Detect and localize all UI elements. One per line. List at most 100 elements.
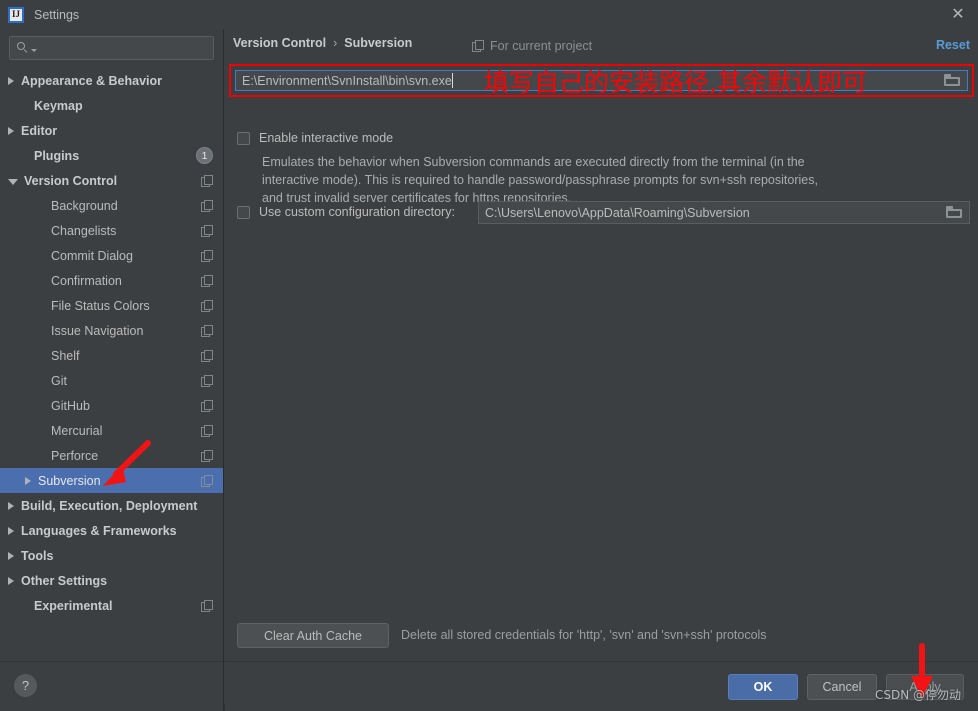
svn-path-annotation-box: E:\Environment\SvnInstall\bin\svn.exe 填写… [229,64,974,97]
project-scope-icon [472,40,484,52]
copy-settings-icon[interactable] [201,374,213,387]
sidebar-item-git[interactable]: Git [0,368,223,393]
sidebar-item-label: Experimental [34,598,113,613]
scope-indicator: For current project [472,39,592,53]
search-wrapper [0,29,223,60]
sidebar-item-subversion[interactable]: Subversion [0,468,223,493]
copy-settings-icon[interactable] [201,449,213,462]
breadcrumb-root[interactable]: Version Control [233,36,326,50]
sidebar-item-github[interactable]: GitHub [0,393,223,418]
sidebar-item-commit-dialog[interactable]: Commit Dialog [0,243,223,268]
sidebar-item-label: File Status Colors [51,298,150,313]
reset-link[interactable]: Reset [936,38,970,52]
search-box[interactable] [9,36,214,60]
chevron-down-icon[interactable] [8,178,18,185]
sidebar-item-label: Mercurial [51,423,103,438]
help-bar: ? [0,661,224,711]
copy-settings-icon[interactable] [201,324,213,337]
sidebar-item-keymap[interactable]: Keymap [0,93,223,118]
ok-button[interactable]: OK [728,674,798,700]
copy-settings-icon[interactable] [201,199,213,212]
sidebar-item-label: Git [51,373,67,388]
enable-interactive-mode-row[interactable]: Enable interactive mode [237,131,393,145]
sidebar-item-version-control[interactable]: Version Control [0,168,223,193]
sidebar-item-tools[interactable]: Tools [0,543,223,568]
breadcrumb: Version Control › Subversion [233,36,412,50]
sidebar-item-other-settings[interactable]: Other Settings [0,568,223,593]
chevron-right-icon[interactable] [8,126,14,135]
sidebar-item-background[interactable]: Background [0,193,223,218]
sidebar-item-label: Plugins [34,148,80,163]
sidebar-item-plugins[interactable]: Plugins 1 [0,143,223,168]
enable-interactive-mode-checkbox[interactable] [237,132,250,145]
sidebar-item-label: Perforce [51,448,99,463]
custom-config-dir-value: C:\Users\Lenovo\AppData\Roaming\Subversi… [485,205,750,220]
chevron-right-icon[interactable] [8,501,14,510]
copy-settings-icon[interactable] [201,249,213,262]
settings-sidebar: Appearance & Behavior Keymap Editor Plugins… [0,29,224,661]
sidebar-item-label: Subversion [38,473,101,488]
cancel-button[interactable]: Cancel [807,674,877,700]
sidebar-item-label: Background [51,198,118,213]
copy-settings-icon[interactable] [201,274,213,287]
chevron-right-icon[interactable] [8,551,14,560]
sidebar-item-label: GitHub [51,398,90,413]
sidebar-item-shelf[interactable]: Shelf [0,343,223,368]
plugins-update-badge: 1 [196,147,213,164]
sidebar-item-editor[interactable]: Editor [0,118,223,143]
folder-icon[interactable] [946,206,963,219]
sidebar-item-build-execution-deployment[interactable]: Build, Execution, Deployment [0,493,223,518]
sidebar-item-appearance-behavior[interactable]: Appearance & Behavior [0,68,223,93]
csdn-watermark: CSDN @停勿动 [875,688,962,702]
sidebar-item-label: Build, Execution, Deployment [21,498,198,513]
sidebar-item-label: Changelists [51,223,117,238]
use-custom-config-dir-row[interactable]: Use custom configuration directory: [237,205,455,219]
sidebar-item-label: Keymap [34,98,83,113]
title-bar: IJ Settings ✕ [0,0,978,29]
sidebar-item-perforce[interactable]: Perforce [0,443,223,468]
search-input[interactable] [37,40,207,56]
sidebar-item-experimental[interactable]: Experimental [0,593,223,618]
chevron-right-icon[interactable] [8,576,14,585]
sidebar-item-label: Appearance & Behavior [21,73,163,88]
help-button[interactable]: ? [14,674,37,697]
sidebar-item-issue-navigation[interactable]: Issue Navigation [0,318,223,343]
clear-auth-cache-button[interactable]: Clear Auth Cache [237,623,389,648]
copy-settings-icon[interactable] [201,599,213,612]
copy-settings-icon[interactable] [201,474,213,487]
sidebar-item-label: Version Control [24,173,118,188]
sidebar-item-file-status-colors[interactable]: File Status Colors [0,293,223,318]
chevron-right-icon[interactable] [8,526,14,535]
sidebar-item-label: Other Settings [21,573,108,588]
breadcrumb-leaf: Subversion [344,36,413,50]
custom-config-dir-field[interactable]: C:\Users\Lenovo\AppData\Roaming\Subversi… [478,201,970,224]
window-title: Settings [34,7,80,22]
sidebar-item-label: Tools [21,548,54,563]
enable-interactive-mode-label: Enable interactive mode [259,131,394,145]
search-icon [16,41,30,55]
text-cursor [451,73,453,88]
sidebar-item-changelists[interactable]: Changelists [0,218,223,243]
copy-settings-icon[interactable] [201,424,213,437]
folder-icon[interactable] [944,74,961,87]
sidebar-item-mercurial[interactable]: Mercurial [0,418,223,443]
sidebar-item-label: Commit Dialog [51,248,133,263]
sidebar-item-confirmation[interactable]: Confirmation [0,268,223,293]
copy-settings-icon[interactable] [201,224,213,237]
close-icon[interactable]: ✕ [948,5,968,25]
sidebar-item-label: Languages & Frameworks [21,523,177,538]
main-panel: Version Control › Subversion For current… [225,29,978,661]
sidebar-item-languages-frameworks[interactable]: Languages & Frameworks [0,518,223,543]
copy-settings-icon[interactable] [201,399,213,412]
annotation-text: 填写自己的安装路径,其余默认即可 [484,68,867,97]
copy-settings-icon[interactable] [201,174,213,187]
sidebar-item-label: Issue Navigation [51,323,144,338]
settings-dialog: IJ Settings ✕ Appearance & Behavior Keyma… [0,0,978,711]
use-custom-config-dir-checkbox[interactable] [237,206,250,219]
copy-settings-icon[interactable] [201,349,213,362]
copy-settings-icon[interactable] [201,299,213,312]
chevron-right-icon[interactable] [8,76,14,85]
intellij-logo-icon: IJ [8,6,24,23]
chevron-right-icon[interactable] [25,476,31,485]
svn-executable-path-value: E:\Environment\SvnInstall\bin\svn.exe [242,73,452,88]
